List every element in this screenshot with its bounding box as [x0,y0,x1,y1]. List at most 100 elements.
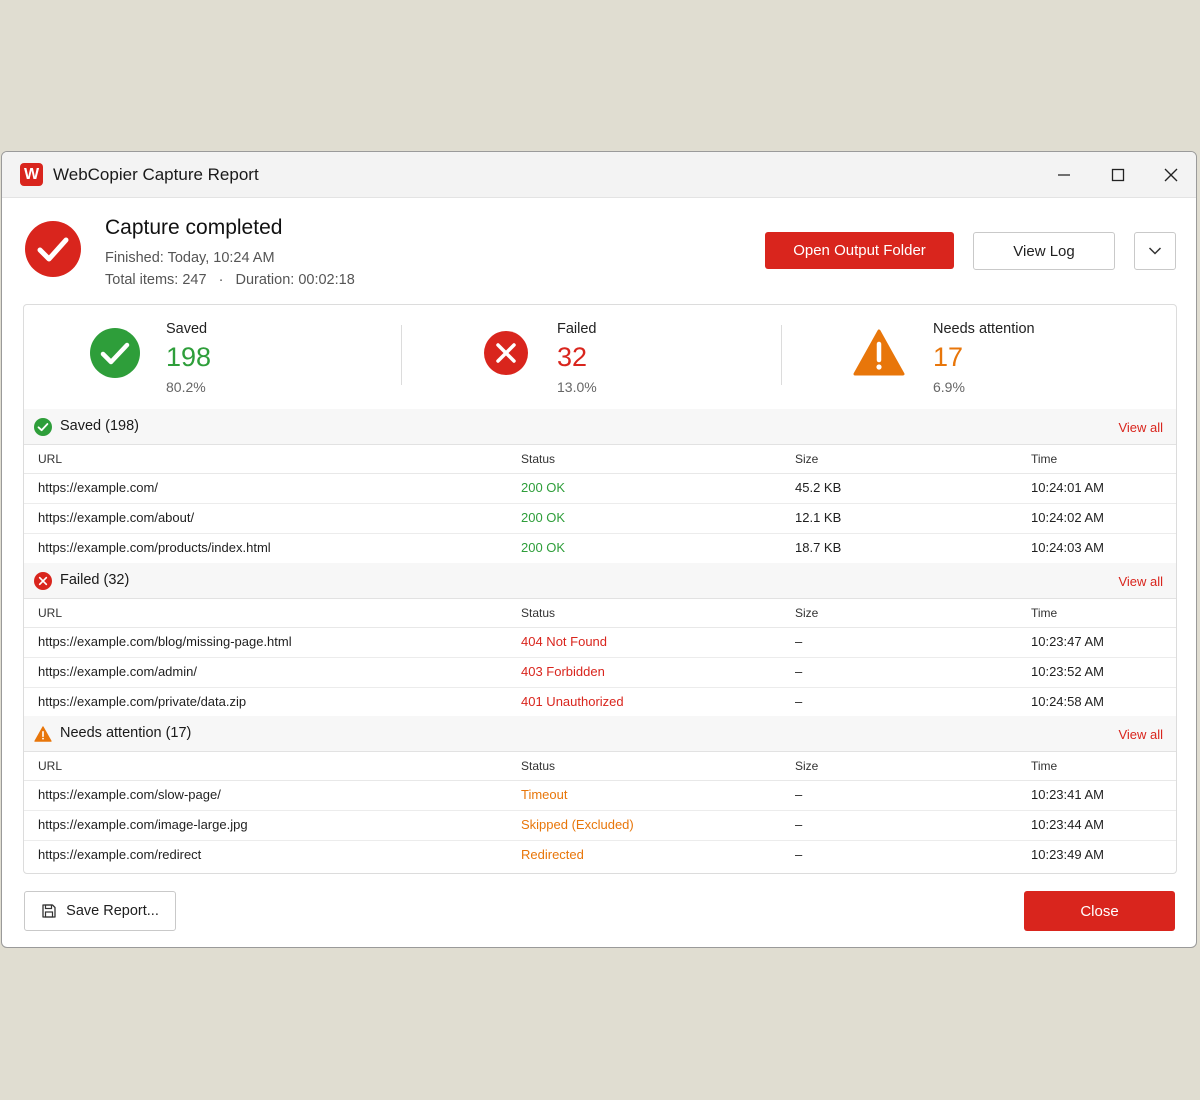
table-row[interactable]: https://example.com/products/index.html … [24,534,1176,564]
column-header-status: Status [521,606,556,620]
success-check-icon [25,221,81,277]
row-size: 18.7 KB [795,540,842,555]
finished-time: Finished: Today, 10:24 AM [105,250,275,266]
row-time: 10:24:01 AM [1031,480,1104,495]
attention-percent: 6.9% [933,379,965,395]
more-options-button[interactable] [1134,232,1176,270]
column-header-size: Size [795,759,819,773]
maximize-icon [1111,168,1125,182]
row-size: 45.2 KB [795,480,842,495]
row-url: https://example.com/about/ [38,510,195,525]
column-header-time: Time [1031,606,1058,620]
section-header: Saved (198) View all [24,409,1176,445]
row-time: 10:23:41 AM [1031,787,1104,802]
chevron-down-icon [1148,247,1162,255]
error-circle-icon [34,572,52,590]
row-time: 10:23:44 AM [1031,817,1104,832]
row-status: 200 OK [521,480,566,495]
column-header-url: URL [38,452,63,466]
saved-section: Saved (198) View all URL Status Size Tim… [24,409,1176,564]
failed-count: 32 [557,342,588,372]
row-size: 12.1 KB [795,510,842,525]
meta-separator: · [218,272,224,288]
section-title: Needs attention (17) [60,725,192,741]
column-header-size: Size [795,452,819,466]
open-output-folder-button[interactable]: Open Output Folder [765,232,954,269]
total-items: Total items: 247 [105,272,207,288]
view-all-failed-link[interactable]: View all [1118,574,1163,589]
view-all-saved-link[interactable]: View all [1118,420,1163,435]
check-circle-icon [34,418,52,436]
row-time: 10:24:02 AM [1031,510,1104,525]
row-status: 401 Unauthorized [521,694,624,709]
column-header-url: URL [38,606,63,620]
report-window: W WebCopier Capture Report Capture compl… [1,151,1197,948]
row-status: 403 Forbidden [521,664,605,679]
window-title: WebCopier Capture Report [53,165,259,184]
row-size: – [795,847,803,862]
column-header-status: Status [521,759,556,773]
page-title: Capture completed [105,216,283,239]
section-title: Failed (32) [60,572,130,588]
row-time: 10:23:52 AM [1031,664,1104,679]
failed-percent: 13.0% [557,379,597,395]
window-close-button[interactable] [1156,160,1186,190]
column-header-time: Time [1031,759,1058,773]
row-status: 200 OK [521,510,566,525]
section-header: Failed (32) View all [24,563,1176,599]
row-url: https://example.com/slow-page/ [38,787,221,802]
table-row[interactable]: https://example.com/ 200 OK 45.2 KB 10:2… [24,474,1176,504]
table-row[interactable]: https://example.com/redirect Redirected … [24,841,1176,870]
row-url: https://example.com/ [38,480,158,495]
column-header-time: Time [1031,452,1058,466]
close-button[interactable]: Close [1024,891,1175,931]
failed-section: Failed (32) View all URL Status Size Tim… [24,563,1176,718]
table-row[interactable]: https://example.com/about/ 200 OK 12.1 K… [24,504,1176,534]
row-size: – [795,694,803,709]
warning-triangle-icon [853,329,905,376]
row-size: – [795,664,803,679]
row-time: 10:24:03 AM [1031,540,1104,555]
row-status: Redirected [521,847,584,862]
save-report-button[interactable]: Save Report... [24,891,176,931]
attention-count: 17 [933,342,964,372]
column-header-row: URL Status Size Time [24,445,1176,474]
title-bar: W WebCopier Capture Report [2,152,1196,198]
failed-x-icon [484,331,528,375]
view-all-attention-link[interactable]: View all [1118,727,1163,742]
warning-triangle-icon [34,726,52,742]
table-row[interactable]: https://example.com/private/data.zip 401… [24,688,1176,718]
table-row[interactable]: https://example.com/admin/ 403 Forbidden… [24,658,1176,688]
duration: Duration: 00:02:18 [235,272,355,288]
row-time: 10:23:49 AM [1031,847,1104,862]
report-panel: Saved 198 80.2% Failed 32 13.0% Needs at… [23,304,1177,874]
row-url: https://example.com/admin/ [38,664,197,679]
row-size: – [795,817,803,832]
table-row[interactable]: https://example.com/blog/missing-page.ht… [24,628,1176,658]
row-url: https://example.com/products/index.html [38,540,271,555]
row-url: https://example.com/private/data.zip [38,694,247,709]
saved-check-icon [90,328,140,378]
column-header-row: URL Status Size Time [24,599,1176,628]
row-url: https://example.com/image-large.jpg [38,817,248,832]
capture-meta: Total items: 247 · Duration: 00:02:18 [105,272,355,288]
section-title: Saved (198) [60,418,139,434]
stat-divider [781,325,782,385]
row-status: Timeout [521,787,568,802]
summary-stats: Saved 198 80.2% Failed 32 13.0% Needs at… [24,305,1176,410]
row-status: 404 Not Found [521,634,608,649]
minimize-button[interactable] [1049,160,1079,190]
attention-label: Needs attention [933,321,1035,337]
saved-count: 198 [166,342,212,372]
row-time: 10:23:47 AM [1031,634,1104,649]
row-size: – [795,634,803,649]
table-row[interactable]: https://example.com/image-large.jpg Skip… [24,811,1176,841]
section-header: Needs attention (17) View all [24,716,1176,752]
table-row[interactable]: https://example.com/slow-page/ Timeout –… [24,781,1176,811]
column-header-url: URL [38,759,63,773]
column-header-status: Status [521,452,556,466]
stat-divider [401,325,402,385]
maximize-button[interactable] [1103,160,1133,190]
close-icon [1164,168,1178,182]
view-log-button[interactable]: View Log [973,232,1115,270]
